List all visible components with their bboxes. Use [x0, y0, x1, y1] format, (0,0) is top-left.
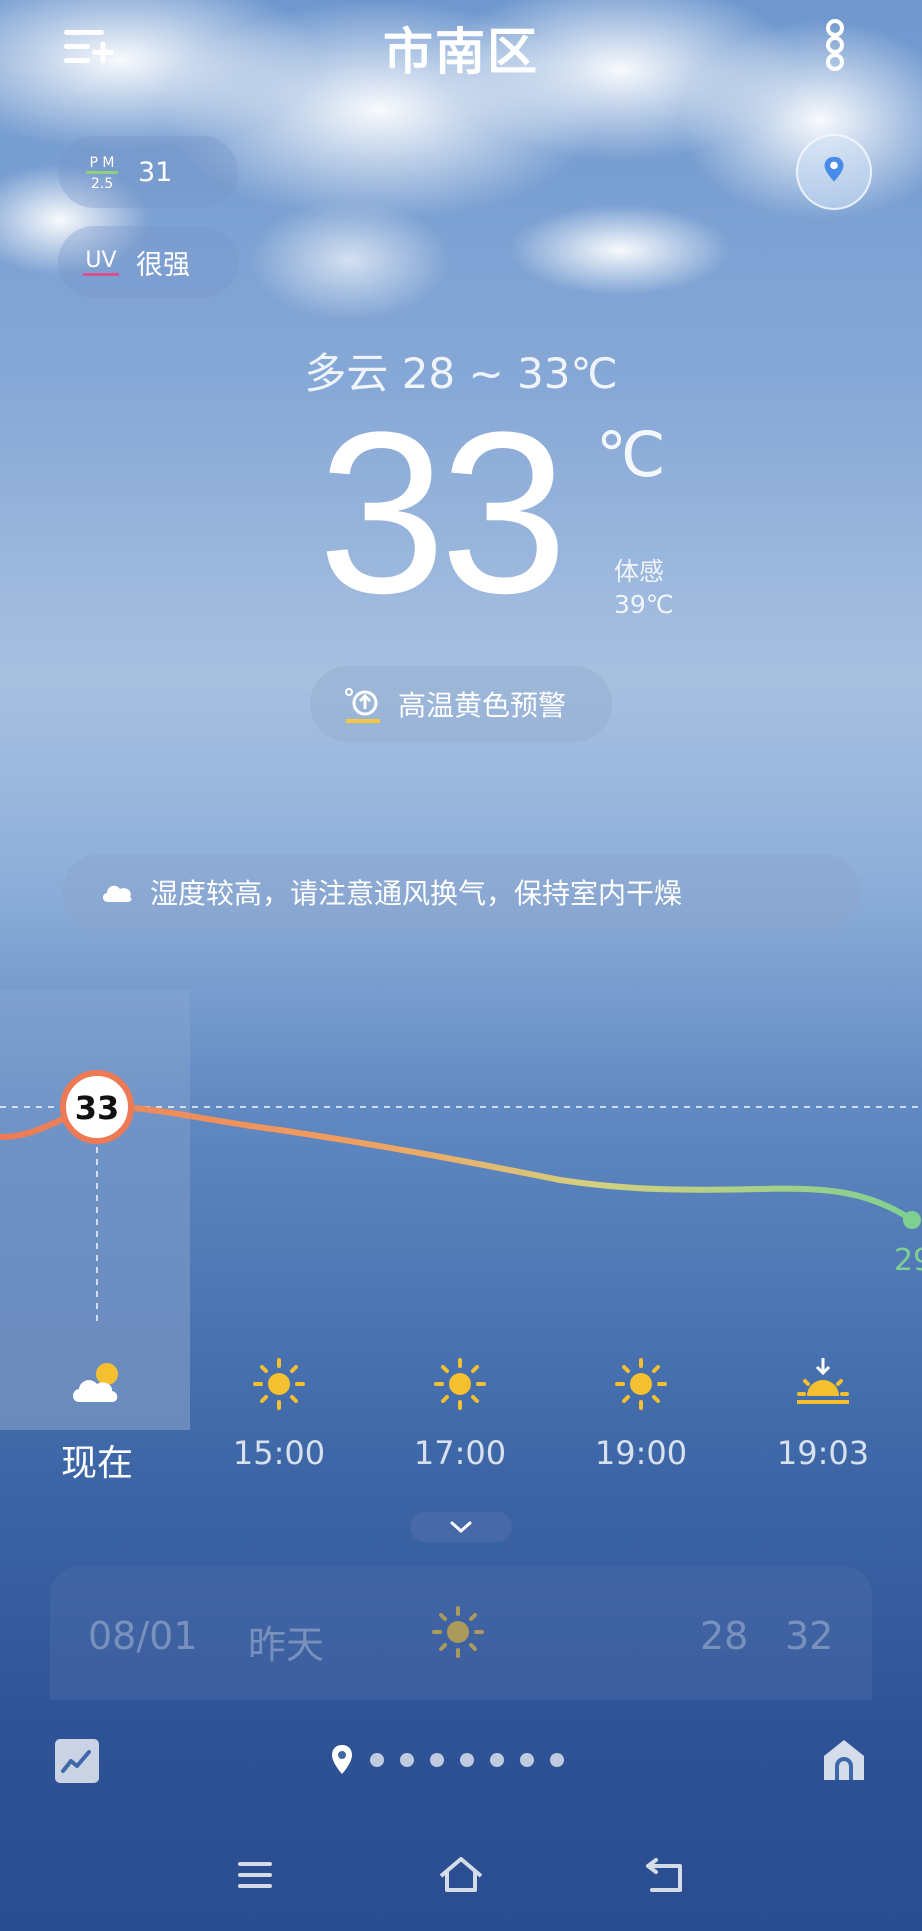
hourly-item[interactable]: 15:00	[209, 1356, 349, 1472]
top-bar: 市南区	[0, 0, 922, 90]
svg-text:P M: P M	[90, 155, 115, 171]
menu-icon[interactable]	[230, 1852, 280, 1898]
chevron-down-icon	[450, 1521, 472, 1534]
daily-high-temp: 32	[785, 1614, 834, 1658]
page-dot[interactable]	[550, 1753, 564, 1767]
location-pin-icon	[332, 1745, 352, 1774]
end-temp-label: 29	[894, 1243, 922, 1278]
sun-icon	[432, 1606, 484, 1658]
trend-chart-icon[interactable]	[54, 1738, 100, 1784]
hourly-item[interactable]: 17:00	[390, 1356, 530, 1472]
hour-time: 19:00	[594, 1434, 688, 1472]
map-button[interactable]	[796, 134, 872, 210]
partly-cloudy-icon	[73, 1363, 118, 1402]
daily-date: 08/01	[88, 1614, 198, 1658]
current-temperature: 33	[318, 384, 568, 641]
tip-text: 湿度较高，请注意通风换气，保持室内干燥	[150, 877, 683, 910]
page-dot[interactable]	[400, 1753, 414, 1767]
sun-icon	[434, 1358, 486, 1410]
weather-tip: 湿度较高，请注意通风换气，保持室内干燥	[62, 854, 860, 930]
svg-text:2.5: 2.5	[91, 176, 113, 192]
city-title: 市南区	[383, 23, 539, 81]
hour-time: 19:03	[776, 1434, 870, 1472]
system-nav-bar	[0, 1840, 922, 1910]
page-dot[interactable]	[520, 1753, 534, 1767]
svg-text:UV: UV	[85, 248, 116, 273]
uv-chip[interactable]: UV 很强	[58, 226, 238, 298]
page-dot[interactable]	[370, 1753, 384, 1767]
map-pin-icon	[824, 156, 844, 182]
daily-low-temp: 28	[700, 1614, 749, 1658]
uv-icon: UV	[83, 248, 119, 276]
feels-like-value: 39℃	[614, 590, 674, 619]
hourly-temperature-chart: 33 29	[0, 1070, 922, 1325]
temperature-unit: ℃	[596, 418, 666, 491]
hourly-item[interactable]: 19:00	[571, 1356, 711, 1472]
sunset-icon	[797, 1358, 849, 1404]
hour-time: 17:00	[413, 1434, 507, 1472]
daily-day: 昨天	[248, 1623, 325, 1667]
feels-like-label: 体感	[614, 557, 665, 586]
page-dot[interactable]	[430, 1753, 444, 1767]
pm25-chip[interactable]: P M 2.5 31	[58, 136, 238, 208]
hourly-item-now[interactable]: 现在	[27, 1356, 167, 1486]
hour-time: 15:00	[232, 1434, 326, 1472]
heat-warning-icon	[345, 688, 380, 723]
page-dot[interactable]	[490, 1753, 504, 1767]
temperature-curve	[0, 1103, 915, 1223]
more-options-icon[interactable]	[820, 18, 850, 72]
page-indicator	[330, 1744, 564, 1776]
expand-button[interactable]	[410, 1512, 512, 1542]
heat-warning-alert[interactable]: 高温黄色预警	[310, 666, 612, 742]
alert-text: 高温黄色预警	[398, 689, 567, 722]
pm25-icon: P M 2.5	[86, 155, 118, 192]
hour-time: 现在	[60, 1443, 133, 1484]
sun-icon	[615, 1358, 667, 1410]
back-icon[interactable]	[640, 1852, 690, 1898]
home-icon[interactable]	[820, 1736, 868, 1784]
hourly-item-sunset[interactable]: 19:03	[753, 1356, 893, 1472]
page-dot[interactable]	[460, 1753, 474, 1767]
page-nav-bar	[0, 1720, 922, 1800]
daily-forecast-row[interactable]: 08/01 昨天 28 32	[50, 1566, 872, 1700]
end-temp-point	[903, 1211, 921, 1229]
cloud-icon	[102, 885, 132, 902]
sun-icon	[253, 1358, 305, 1410]
current-temp-marker-label: 33	[75, 1089, 120, 1127]
system-home-icon[interactable]	[436, 1852, 486, 1898]
pm25-value: 31	[138, 156, 173, 188]
uv-value: 很强	[136, 249, 190, 281]
